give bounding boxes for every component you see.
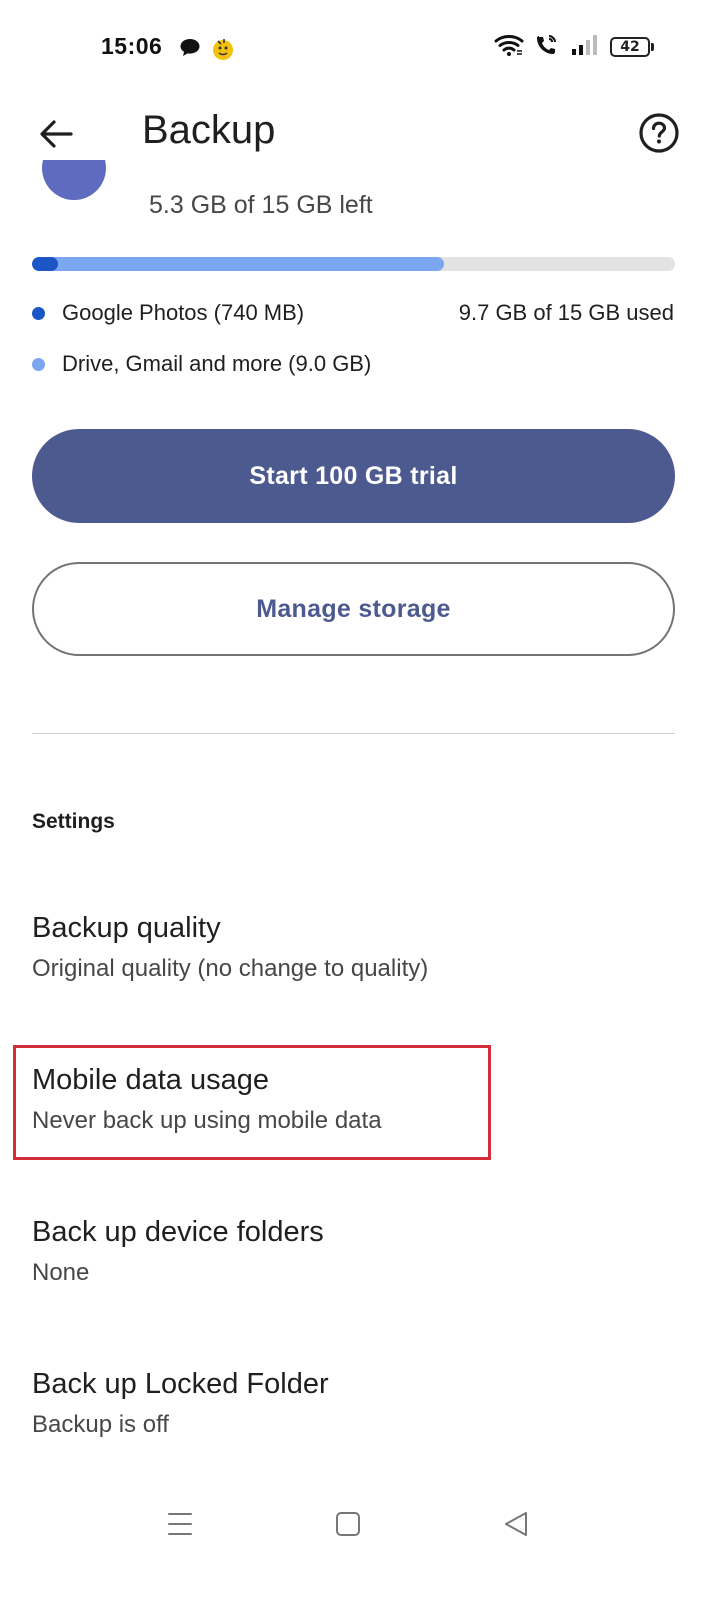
help-button[interactable] [634, 108, 684, 158]
help-circle-icon [639, 113, 679, 153]
start-trial-button[interactable]: Start 100 GB trial [32, 429, 675, 523]
status-time: 15:06 [101, 33, 163, 59]
arrow-left-icon [40, 120, 73, 148]
status-icons: 42 [494, 33, 654, 62]
setting-title: Back up device folders [32, 1216, 324, 1248]
storage-avatar [42, 160, 106, 212]
home-square-icon [336, 1512, 360, 1536]
setting-subtitle: Backup is off [32, 1411, 169, 1438]
legend-photos: Google Photos (740 MB) [32, 300, 304, 326]
highlight-box [13, 1045, 491, 1160]
status-bar: 15:06 42 [0, 0, 720, 96]
wifi-calling-icon [534, 33, 560, 62]
divider [32, 733, 675, 734]
storage-used-text: 9.7 GB of 15 GB used [458, 300, 674, 325]
setting-back-up-locked-folder[interactable]: Back up Locked Folder Backup is off [32, 1366, 692, 1440]
back-triangle-icon [505, 1512, 527, 1536]
setting-subtitle: None [32, 1259, 90, 1286]
storage-left-text: 5.3 GB of 15 GB left [149, 191, 373, 219]
setting-subtitle: Original quality (no change to quality) [32, 955, 429, 982]
back-button[interactable] [30, 108, 82, 160]
setting-backup-quality[interactable]: Backup quality Original quality (no chan… [32, 910, 692, 984]
menu-icon [168, 1513, 192, 1535]
battery-level: 42 [620, 39, 640, 55]
battery-icon: 42 [610, 37, 654, 57]
manage-storage-button[interactable]: Manage storage [32, 562, 675, 656]
legend-drive-label: Drive, Gmail and more (9.0 GB) [62, 351, 372, 376]
back-nav-button[interactable] [494, 1502, 538, 1546]
backup-screen: 15:06 42 Backup 5.3 GB of 15 GB left Goo… [0, 0, 720, 1600]
wifi-icon [494, 33, 524, 62]
storage-progress-bar [32, 257, 675, 271]
home-nav-button[interactable] [326, 1502, 370, 1546]
progress-drive-segment [32, 257, 444, 271]
setting-title: Backup quality [32, 912, 221, 944]
signal-icon [570, 34, 600, 61]
menu-nav-button[interactable] [158, 1502, 202, 1546]
legend-dot-photos [32, 306, 45, 320]
page-title: Backup [142, 108, 276, 152]
chat-bubble-icon [178, 36, 202, 60]
legend-drive: Drive, Gmail and more (9.0 GB) [32, 351, 371, 377]
progress-photos-segment [32, 257, 58, 271]
emoji-notification-icon [210, 36, 234, 60]
setting-title: Back up Locked Folder [32, 1368, 329, 1400]
settings-header: Settings [32, 810, 115, 833]
legend-photos-label: Google Photos (740 MB) [62, 300, 305, 325]
legend-dot-drive [32, 357, 45, 371]
setting-back-up-device-folders[interactable]: Back up device folders None [32, 1214, 692, 1288]
